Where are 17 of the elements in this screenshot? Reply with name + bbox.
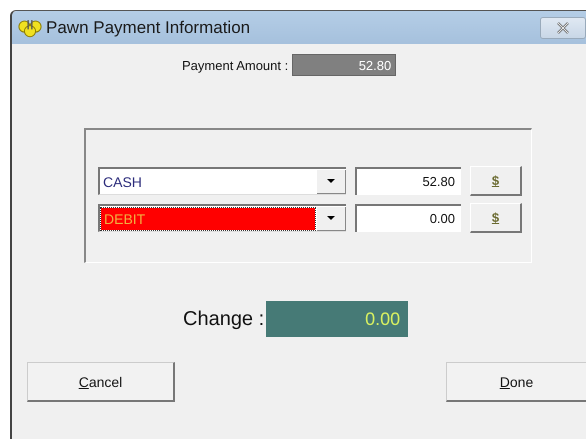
dropdown-arrow-icon xyxy=(327,216,335,220)
payment-amount-label: Payment Amount : xyxy=(182,58,288,72)
payment-method-dropdown[interactable]: CASH xyxy=(98,167,346,195)
amount-field[interactable]: 52.80 xyxy=(355,167,461,195)
payment-amount-field: 52.80 xyxy=(292,54,396,76)
window-title: Pawn Payment Information xyxy=(46,18,252,38)
amount-field[interactable]: 0.00 xyxy=(355,204,461,232)
close-button[interactable] xyxy=(540,16,586,38)
close-icon xyxy=(556,22,570,34)
dropdown-arrow-icon xyxy=(327,179,335,183)
change-field: 0.00 xyxy=(266,301,408,337)
dollar-button[interactable]: $ xyxy=(470,203,522,233)
app-logo-icon xyxy=(18,17,42,38)
change-label: Change : xyxy=(183,308,264,330)
cancel-button[interactable]: Cancel xyxy=(27,362,175,402)
dollar-button[interactable]: $ xyxy=(470,166,522,196)
done-button[interactable]: Done xyxy=(446,362,586,402)
